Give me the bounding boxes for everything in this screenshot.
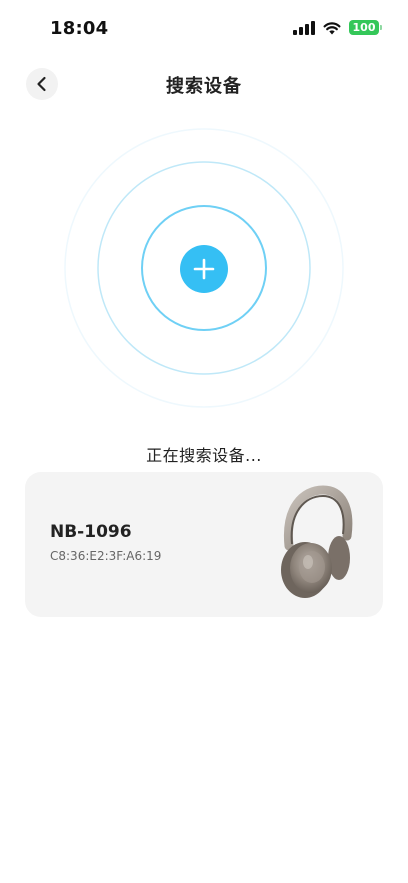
status-time: 18:04 — [50, 18, 109, 39]
battery-level: 100 — [349, 20, 379, 35]
device-name: NB-1096 — [50, 522, 132, 542]
status-bar: 18:04 100 — [0, 0, 408, 60]
searching-status: 正在搜索设备... — [146, 446, 262, 465]
page-title: 搜索设备 — [166, 76, 242, 97]
wifi-icon — [323, 21, 341, 35]
signal-icon — [293, 20, 315, 35]
status-icons: 100 — [293, 20, 382, 35]
navigation-header: 搜索设备 — [0, 62, 408, 106]
device-mac-address: C8:36:E2:3F:A6:19 — [50, 549, 162, 563]
battery-icon: 100 — [349, 20, 382, 35]
device-card[interactable]: NB-1096 C8:36:E2:3F:A6:19 — [25, 472, 383, 617]
headphones-image — [275, 484, 355, 604]
plus-icon — [193, 258, 215, 280]
add-device-button[interactable] — [180, 245, 228, 293]
